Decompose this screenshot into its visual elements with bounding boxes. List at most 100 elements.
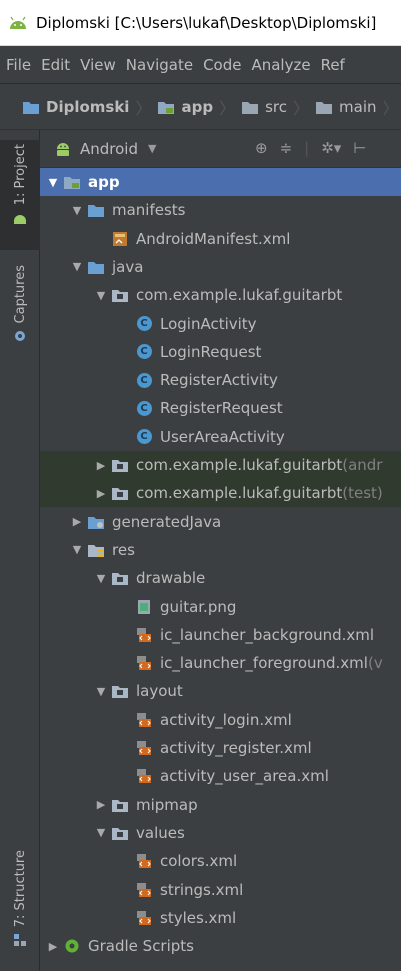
tree-row[interactable]: ▼ res (40, 536, 401, 564)
tree-row[interactable]: guitar.png (40, 593, 401, 621)
tree-row[interactable]: styles.xml (40, 904, 401, 932)
breadcrumb-separator: 〉 (219, 98, 236, 118)
class-icon: C (134, 344, 154, 360)
chevron-down-icon[interactable]: ▼ (148, 142, 156, 155)
tree-row[interactable]: C LoginRequest (40, 338, 401, 366)
collapse-arrow-icon[interactable]: ▶ (44, 940, 62, 953)
module-folder-icon (62, 174, 82, 190)
tree-row-label: com.example.lukaf.guitarbt (136, 484, 343, 503)
tree-row-label: AndroidManifest.xml (136, 229, 291, 248)
tree-row-label: guitar.png (160, 597, 237, 616)
tree-row[interactable]: colors.xml (40, 847, 401, 875)
project-view-header: Android ▼ ⊕ ≑ | ✲▾ ⊢ (40, 130, 401, 168)
expand-arrow-icon[interactable]: ▼ (92, 826, 110, 839)
folder-icon (316, 101, 333, 114)
tree-row[interactable]: ▼ drawable (40, 564, 401, 592)
menu-view[interactable]: View (80, 56, 116, 74)
tree-row-label: LoginActivity (160, 314, 257, 333)
xml-file-icon (134, 712, 154, 728)
tree-row-label: colors.xml (160, 852, 238, 871)
tree-row[interactable]: ▼ values (40, 819, 401, 847)
tree-row-suffix: (test) (342, 484, 383, 503)
manifest-file-icon (110, 231, 130, 247)
tree-row[interactable]: ▶ mipmap (40, 791, 401, 819)
tree-row[interactable]: ▼ app (40, 168, 401, 196)
image-file-icon (134, 599, 154, 615)
window-titlebar: Diplomski [C:\Users\lukaf\Desktop\Diplom… (0, 0, 401, 46)
tree-row[interactable]: C LoginActivity (40, 310, 401, 338)
tool-window-strip: 1: Project Captures 7: Structure (0, 130, 40, 971)
menu-analyze[interactable]: Analyze (251, 56, 310, 74)
tree-row[interactable]: ic_launcher_foreground.xml (v (40, 649, 401, 677)
expand-arrow-icon[interactable]: ▼ (68, 204, 86, 217)
tree-row[interactable]: ▼ java (40, 253, 401, 281)
project-panel: Android ▼ ⊕ ≑ | ✲▾ ⊢ ▼ app ▼ manifests Andro… (40, 130, 401, 971)
tree-row[interactable]: ▶ com.example.lukaf.guitarbt (andr (40, 451, 401, 479)
expand-arrow-icon[interactable]: ▼ (92, 289, 110, 302)
tree-row[interactable]: C UserAreaActivity (40, 423, 401, 451)
gear-icon[interactable]: ✲▾ (321, 139, 341, 157)
tree-row-label: UserAreaActivity (160, 427, 285, 446)
tree-row[interactable]: ic_launcher_background.xml (40, 621, 401, 649)
android-icon (57, 142, 69, 156)
tree-row[interactable]: C RegisterActivity (40, 366, 401, 394)
breadcrumb-separator: 〉 (293, 98, 310, 118)
xml-file-icon (134, 853, 154, 869)
expand-arrow-icon[interactable]: ▼ (92, 685, 110, 698)
class-icon: C (134, 400, 154, 416)
breadcrumb-item-app[interactable]: app (157, 98, 213, 116)
view-selector[interactable]: Android (80, 140, 138, 158)
expand-arrow-icon[interactable]: ▼ (92, 572, 110, 585)
menu-file[interactable]: File (6, 56, 31, 74)
menu-code[interactable]: Code (203, 56, 241, 74)
expand-arrow-icon[interactable]: ▼ (68, 543, 86, 556)
expand-arrow-icon[interactable]: ▼ (68, 260, 86, 273)
locate-icon[interactable]: ⊕ (255, 139, 268, 157)
hide-panel-icon[interactable]: ⊢ (353, 139, 366, 157)
module-folder-icon (158, 101, 175, 114)
tab-project[interactable]: 1: Project (0, 140, 40, 250)
tree-row[interactable]: C RegisterRequest (40, 394, 401, 422)
package-icon (110, 797, 130, 813)
camera-icon (15, 331, 25, 342)
collapse-all-icon[interactable]: ≑ (280, 139, 293, 157)
breadcrumb-item-project[interactable]: Diplomski (22, 98, 129, 116)
tree-row[interactable]: strings.xml (40, 876, 401, 904)
folder-icon (86, 202, 106, 218)
tree-row-label: generatedJava (112, 512, 222, 531)
tree-row[interactable]: activity_user_area.xml (40, 762, 401, 790)
tree-row-label: styles.xml (160, 908, 237, 927)
menu-edit[interactable]: Edit (41, 56, 70, 74)
tab-captures[interactable]: Captures (0, 265, 40, 343)
tree-row-label: drawable (136, 569, 206, 588)
collapse-arrow-icon[interactable]: ▶ (92, 487, 110, 500)
tree-row[interactable]: ▼ com.example.lukaf.guitarbt (40, 281, 401, 309)
tree-row[interactable]: ▼ manifests (40, 196, 401, 224)
android-icon (14, 215, 26, 225)
tree-row[interactable]: ▼ layout (40, 677, 401, 705)
package-icon (110, 570, 130, 586)
tree-row-label: strings.xml (160, 880, 244, 899)
tree-row-label: mipmap (136, 795, 198, 814)
tree-row[interactable]: AndroidManifest.xml (40, 225, 401, 253)
breadcrumb-item-main[interactable]: main (315, 98, 377, 116)
tree-row[interactable]: ▶ Gradle Scripts (40, 932, 401, 960)
collapse-arrow-icon[interactable]: ▶ (92, 459, 110, 472)
tree-row[interactable]: activity_register.xml (40, 734, 401, 762)
tree-row[interactable]: ▶ com.example.lukaf.guitarbt (test) (40, 479, 401, 508)
collapse-arrow-icon[interactable]: ▶ (68, 515, 86, 528)
collapse-arrow-icon[interactable]: ▶ (92, 798, 110, 811)
tree-row[interactable]: activity_login.xml (40, 706, 401, 734)
xml-file-icon (134, 768, 154, 784)
expand-arrow-icon[interactable]: ▼ (44, 176, 62, 189)
breadcrumb-item-src[interactable]: src (241, 98, 287, 116)
tab-structure[interactable]: 7: Structure (0, 850, 40, 947)
res-folder-icon (86, 542, 106, 558)
tree-row-label: ic_launcher_background.xml (160, 625, 375, 644)
tree-row-label: java (112, 257, 144, 276)
tree-row-label: values (136, 823, 185, 842)
tree-row-label: Gradle Scripts (88, 937, 194, 956)
menu-refactor[interactable]: Ref (321, 56, 345, 74)
tree-row[interactable]: ▶ generatedJava (40, 508, 401, 536)
menu-navigate[interactable]: Navigate (126, 56, 193, 74)
